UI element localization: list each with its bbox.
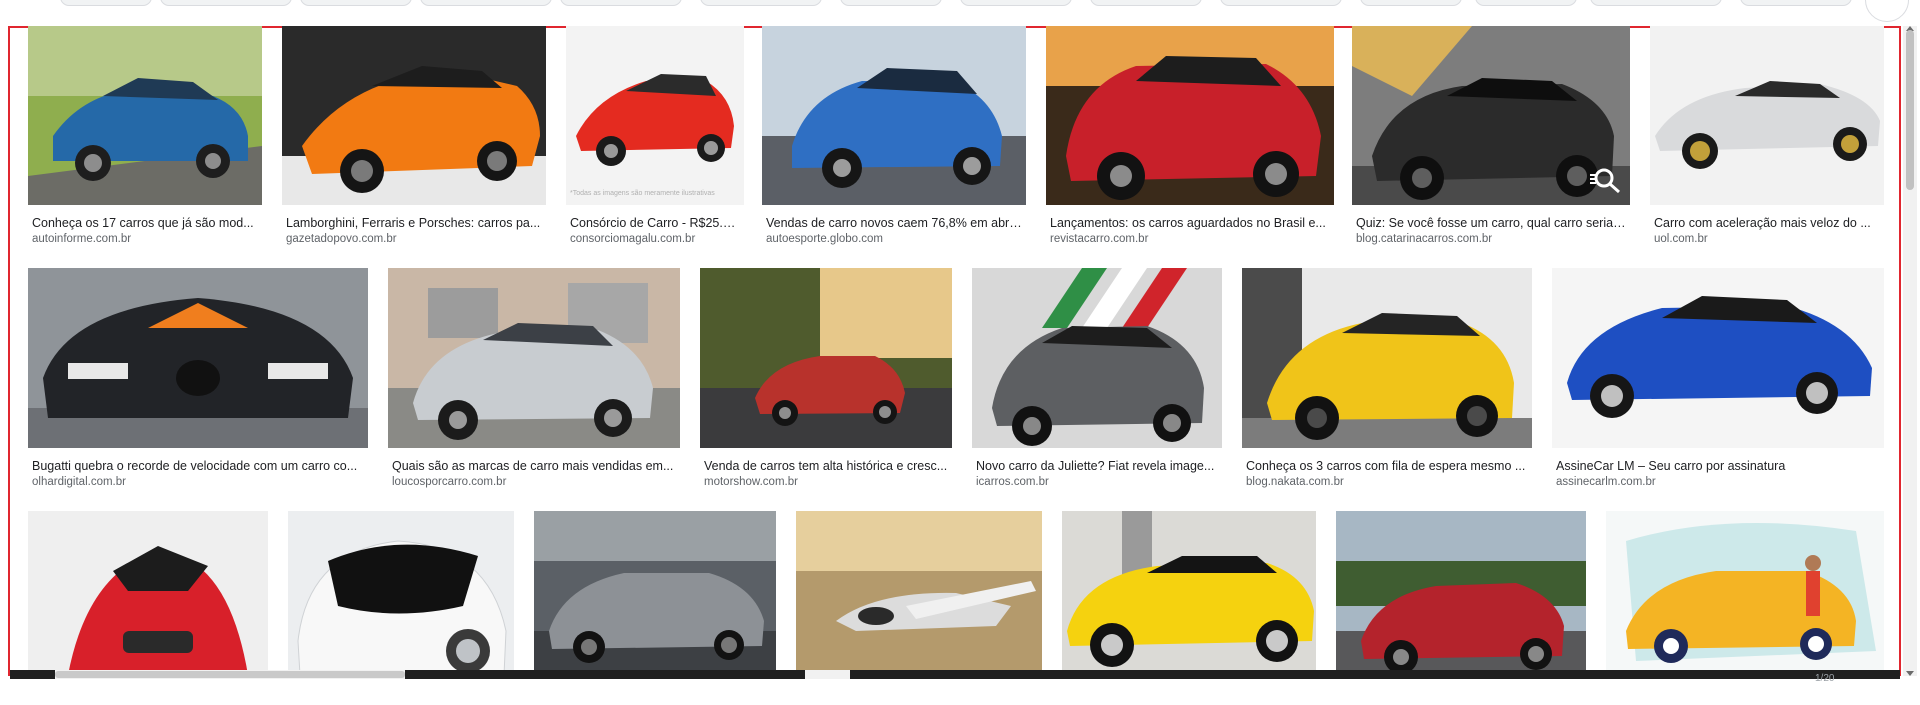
corner-button[interactable] (1865, 0, 1909, 22)
result-thumbnail[interactable] (1046, 26, 1334, 205)
result-source[interactable]: blog.nakata.com.br (1246, 475, 1528, 489)
scrollbar-track-dark (405, 670, 805, 679)
result-title[interactable]: Bugatti quebra o recorde de velocidade c… (32, 458, 364, 474)
result-title[interactable]: Lamborghini, Ferraris e Porsches: carros… (286, 215, 542, 231)
result-thumbnail[interactable]: *Todas as imagens são meramente ilustrat… (566, 26, 744, 205)
result-source[interactable]: gazetadopovo.com.br (286, 232, 542, 246)
result-title[interactable]: Quiz: Se você fosse um carro, qual carro… (1356, 215, 1626, 231)
result-thumbnail[interactable] (796, 511, 1042, 675)
result-thumbnail[interactable] (1552, 268, 1884, 448)
result-thumbnail[interactable] (288, 511, 514, 675)
result-title[interactable]: Conheça os 17 carros que já são mod... (32, 215, 258, 231)
result-thumbnail[interactable] (28, 26, 262, 205)
google-lens-icon[interactable] (1590, 165, 1624, 195)
result-thumbnail[interactable] (28, 268, 368, 448)
result-source[interactable]: assinecarlm.com.br (1556, 475, 1880, 489)
filter-chip[interactable] (700, 0, 822, 6)
result-title[interactable]: Consórcio de Carro - R$25.0... (570, 215, 740, 231)
filter-chip[interactable] (160, 0, 292, 6)
result-thumbnail[interactable] (700, 268, 952, 448)
result-source[interactable]: icarros.com.br (976, 475, 1218, 489)
result-thumbnail[interactable] (388, 268, 680, 448)
result-title[interactable]: Novo carro da Juliette? Fiat revela imag… (976, 458, 1218, 474)
result-source[interactable]: revistacarro.com.br (1050, 232, 1330, 246)
result-title[interactable]: Vendas de carro novos caem 76,8% em abri… (766, 215, 1022, 231)
filter-chip[interactable] (1475, 0, 1577, 6)
result-source[interactable]: motorshow.com.br (704, 475, 948, 489)
thumbnail-watermark: *Todas as imagens são meramente ilustrat… (570, 190, 715, 197)
result-thumbnail[interactable] (762, 26, 1026, 205)
filter-chip[interactable] (960, 0, 1072, 6)
scrollbar-track-dark (10, 670, 55, 679)
result-source[interactable]: uol.com.br (1654, 232, 1880, 246)
filter-chip[interactable] (1220, 0, 1342, 6)
result-thumbnail[interactable] (282, 26, 546, 205)
result-thumbnail[interactable] (1242, 268, 1532, 448)
result-thumbnail[interactable] (1336, 511, 1586, 675)
result-source[interactable]: blog.catarinacarros.com.br (1356, 232, 1626, 246)
filter-chip[interactable] (420, 0, 552, 6)
filter-chip[interactable] (840, 0, 942, 6)
scrollbar-track-dark (850, 670, 1900, 679)
filter-chip[interactable] (1590, 0, 1722, 6)
result-thumbnail[interactable] (534, 511, 776, 675)
result-title[interactable]: AssineCar LM – Seu carro por assinatura (1556, 458, 1880, 474)
filter-chip[interactable] (1360, 0, 1462, 6)
result-thumbnail[interactable] (1606, 511, 1884, 675)
result-source[interactable]: autoesporte.globo.com (766, 232, 1022, 246)
filter-chip[interactable] (60, 0, 152, 6)
result-thumbnail[interactable] (972, 268, 1222, 448)
result-title[interactable]: Carro com aceleração mais veloz do ... (1654, 215, 1880, 231)
result-source[interactable]: autoinforme.com.br (32, 232, 258, 246)
result-title[interactable]: Lançamentos: os carros aguardados no Bra… (1050, 215, 1330, 231)
result-title[interactable]: Conheça os 3 carros com fila de espera m… (1246, 458, 1528, 474)
filter-chip-strip (0, 0, 1920, 10)
filter-chip[interactable] (300, 0, 412, 6)
filter-chip[interactable] (1740, 0, 1852, 6)
scrollbar-thumb[interactable] (1906, 30, 1914, 190)
result-title[interactable]: Quais são as marcas de carro mais vendid… (392, 458, 676, 474)
result-source[interactable]: loucosporcarro.com.br (392, 475, 676, 489)
result-thumbnail[interactable] (28, 511, 268, 675)
filter-chip[interactable] (1090, 0, 1202, 6)
page-counter: 1/20 (1815, 673, 1835, 684)
result-thumbnail[interactable] (1650, 26, 1884, 205)
result-thumbnail[interactable] (1352, 26, 1630, 205)
result-title[interactable]: Venda de carros tem alta histórica e cre… (704, 458, 948, 474)
scroll-down-arrow-icon[interactable] (1906, 671, 1914, 676)
result-source[interactable]: olhardigital.com.br (32, 475, 364, 489)
result-thumbnail[interactable] (1062, 511, 1316, 675)
vertical-scrollbar[interactable] (1903, 26, 1917, 676)
scrollbar-thumb[interactable] (55, 671, 405, 678)
filter-chip[interactable] (560, 0, 682, 6)
result-source[interactable]: consorciomagalu.com.br (570, 232, 740, 246)
horizontal-scrollbar[interactable] (10, 670, 1900, 679)
